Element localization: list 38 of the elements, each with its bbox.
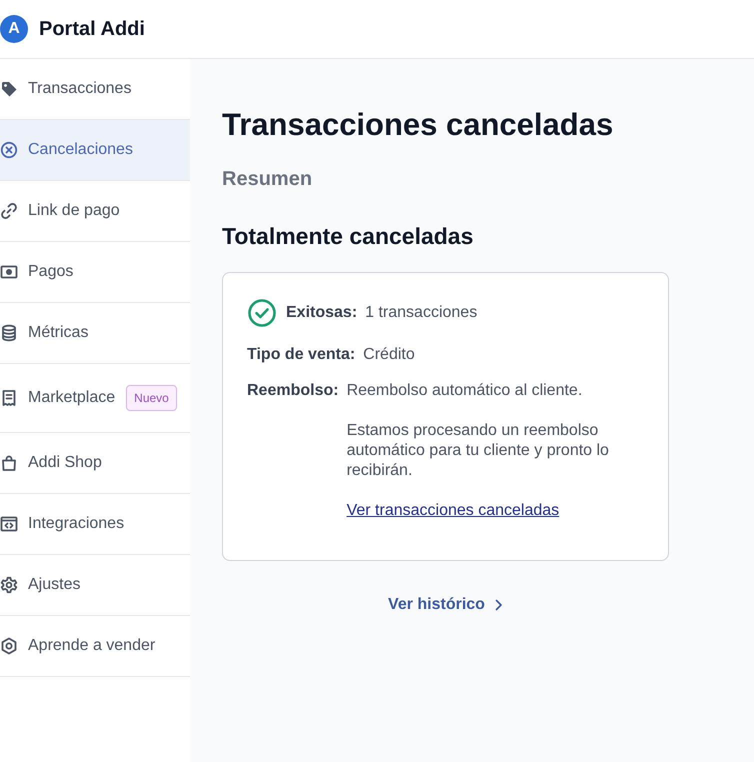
- field-label: Tipo de venta:: [247, 345, 356, 365]
- app-title: Portal Addi: [39, 17, 145, 42]
- chevron-right-icon: [494, 599, 503, 611]
- field-label: Reembolso:: [247, 381, 339, 401]
- database-icon: [0, 324, 18, 342]
- history-link[interactable]: Ver histórico: [388, 593, 503, 617]
- check-circle-icon: [248, 299, 276, 327]
- sidebar-label: Pagos: [28, 262, 74, 282]
- sidebar-label: Cancelaciones: [28, 140, 133, 160]
- refund-note: Estamos procesando un reembolso automático para tu cliente y pronto lo recibirán.: [346, 421, 610, 481]
- field-value: Reembolso automático al cliente.: [346, 381, 584, 401]
- logo: A: [0, 15, 28, 43]
- sidebar-label: Métricas: [28, 323, 88, 343]
- close-circle-icon: [0, 141, 18, 159]
- field-value: Crédito: [363, 345, 415, 365]
- field-value: 1 transacciones: [365, 303, 478, 323]
- field-label: Exitosas:: [286, 303, 358, 323]
- link-icon: [0, 202, 18, 220]
- section-title: Totalmente canceladas: [222, 222, 474, 251]
- sidebar-item[interactable]: Cancelaciones: [0, 120, 190, 181]
- tag-icon: [0, 80, 18, 98]
- sidebar-label: Integraciones: [28, 514, 124, 534]
- sidebar-label: Marketplace: [28, 388, 116, 408]
- new-badge: Nuevo: [126, 385, 177, 411]
- banknote-icon: [0, 263, 18, 281]
- receipt-icon: [0, 389, 18, 407]
- sidebar-label: Link de pago: [28, 201, 120, 221]
- section-subtitle: Resumen: [222, 167, 314, 192]
- settings-icon: [0, 576, 18, 594]
- cancelled-transactions-link[interactable]: Ver transacciones canceladas: [346, 499, 560, 523]
- shopping-bag-icon: [0, 454, 18, 472]
- sidebar-label: Aprende a vender: [28, 636, 156, 656]
- sidebar-label: Ajustes: [28, 575, 80, 595]
- page-title: Transacciones canceladas: [222, 106, 614, 144]
- sidebar-label: Transacciones: [28, 79, 132, 99]
- code-window-icon: [0, 515, 18, 533]
- sidebar-label: Addi Shop: [28, 453, 102, 473]
- hexagon-icon: [0, 637, 18, 655]
